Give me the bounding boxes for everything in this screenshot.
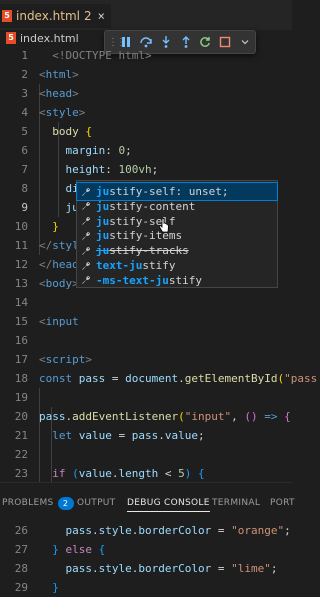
code-text: if (value.length < 5) { — [39, 467, 205, 480]
code-text: const pass = document.getElementById("pa… — [39, 372, 318, 385]
wrench-icon — [80, 200, 92, 212]
code-text: pass.style.borderColor = "lime"; — [39, 562, 278, 575]
code-line[interactable]: 17 <script> — [0, 350, 292, 369]
line-number: 28 — [14, 562, 28, 575]
code-text: <body> — [39, 277, 79, 290]
line-number: 12 — [14, 258, 28, 271]
code-text: </head — [39, 258, 79, 271]
breadcrumb-file[interactable]: index.html — [20, 32, 79, 45]
wrench-icon — [80, 215, 92, 227]
code-text: <style> — [39, 106, 86, 119]
code-line[interactable]: 19 — [0, 388, 292, 407]
mouse-pointer-icon — [158, 218, 170, 238]
code-text: height: 100vh; — [39, 163, 159, 176]
line-number: 16 — [14, 334, 28, 347]
line-number: 27 — [14, 543, 28, 556]
code-line[interactable]: 22 — [0, 445, 292, 464]
wrench-icon — [80, 230, 92, 242]
line-number: 1 — [21, 49, 28, 62]
line-number: 11 — [14, 239, 28, 252]
code-line[interactable]: 4 <style> — [0, 103, 292, 122]
line-number: 5 — [21, 125, 28, 138]
line-number: 13 — [14, 277, 28, 290]
code-text: } else { — [39, 543, 106, 556]
panel-tab-port[interactable]: PORT — [270, 483, 295, 522]
code-line[interactable]: 6 margin: 0; — [0, 141, 292, 160]
code-text: <html> — [39, 68, 79, 81]
code-line[interactable]: 26 pass.style.borderColor = "orange"; — [0, 521, 292, 540]
code-text: margin: 0; — [39, 144, 132, 157]
autocomplete-suggest-widget: ju stify-self: unset; ju stify-content ju sti… — [76, 180, 278, 288]
code-text: pass.style.borderColor = "orange"; — [39, 524, 291, 537]
wrench-icon — [80, 260, 92, 272]
tab-modified-count: 2 — [83, 9, 92, 23]
code-text: let value = pass.value; — [39, 429, 205, 442]
bottom-panel: PROBLEMS 2 OUTPUT DEBUG CONSOLE TERMINAL PORT — [0, 482, 295, 522]
line-number: 10 — [14, 220, 28, 233]
html5-icon: 5 — [2, 10, 12, 22]
line-number: 23 — [14, 467, 28, 480]
line-number: 29 — [14, 581, 28, 594]
code-line[interactable]: 21 let value = pass.value; — [0, 426, 292, 445]
code-line[interactable]: 23 if (value.length < 5) { — [0, 464, 292, 483]
line-number: 26 — [14, 524, 28, 537]
code-line[interactable]: 20 pass.addEventListener("input", () => { — [0, 407, 292, 426]
wrench-icon — [80, 245, 92, 257]
line-number: 6 — [21, 144, 28, 157]
tab-index-html[interactable]: 5 index.html 2 × — [0, 4, 111, 28]
code-text: <script> — [39, 353, 92, 366]
code-line[interactable]: 15 <input — [0, 312, 292, 331]
code-text: } — [39, 581, 59, 594]
line-number: 18 — [14, 372, 28, 385]
line-number: 8 — [21, 182, 28, 195]
code-text: </styl — [39, 239, 79, 252]
wrench-icon — [80, 186, 92, 198]
code-line[interactable]: 7 height: 100vh; — [0, 160, 292, 179]
editor-tab-bar: 5 index.html 2 × — [0, 0, 292, 30]
line-number: 20 — [14, 410, 28, 423]
line-number: 19 — [14, 391, 28, 404]
code-line[interactable]: 28 pass.style.borderColor = "lime"; — [0, 559, 292, 578]
code-line[interactable]: 5 body { — [0, 122, 292, 141]
code-line[interactable]: 18 const pass = document.getElementById("… — [0, 369, 317, 388]
panel-tab-debug-console[interactable]: DEBUG CONSOLE — [127, 483, 210, 522]
line-number: 21 — [14, 429, 28, 442]
panel-tab-terminal[interactable]: TERMINAL — [212, 483, 260, 522]
line-number: 2 — [21, 68, 28, 81]
line-number: 17 — [14, 353, 28, 366]
tab-filename: index.html — [16, 9, 80, 23]
code-line[interactable]: 14 — [0, 293, 292, 312]
line-number: 14 — [14, 296, 28, 309]
problems-count-badge: 2 — [57, 496, 74, 510]
line-number: 9 — [21, 201, 28, 214]
suggestion-item[interactable]: -ms-text-ju stify — [77, 272, 277, 289]
line-number: 15 — [14, 315, 28, 328]
line-number: 3 — [21, 87, 28, 100]
code-line[interactable]: 1 <!DOCTYPE html> — [0, 46, 292, 65]
code-text: <!DOCTYPE html> — [39, 49, 152, 62]
line-number: 4 — [21, 106, 28, 119]
panel-tab-output[interactable]: OUTPUT — [77, 483, 115, 522]
code-text: body { — [39, 125, 92, 138]
code-line[interactable]: 27 } else { — [0, 540, 292, 559]
code-line[interactable]: 3 <head> — [0, 84, 292, 103]
wrench-icon — [80, 274, 92, 286]
html5-icon: 5 — [6, 32, 16, 44]
close-icon[interactable]: × — [98, 9, 105, 23]
code-text: ju — [39, 200, 80, 214]
code-text: <head> — [39, 87, 79, 100]
code-line[interactable]: 29 } — [0, 578, 292, 597]
code-text: pass.addEventListener("input", () => { — [39, 410, 291, 423]
code-text: } — [39, 220, 59, 233]
code-line[interactable]: 16 — [0, 331, 292, 350]
code-line[interactable]: 2 <html> — [0, 65, 292, 84]
panel-tab-problems[interactable]: PROBLEMS 2 — [2, 483, 74, 522]
line-number: 22 — [14, 448, 28, 461]
line-number: 7 — [21, 163, 28, 176]
code-text: <input — [39, 315, 79, 328]
